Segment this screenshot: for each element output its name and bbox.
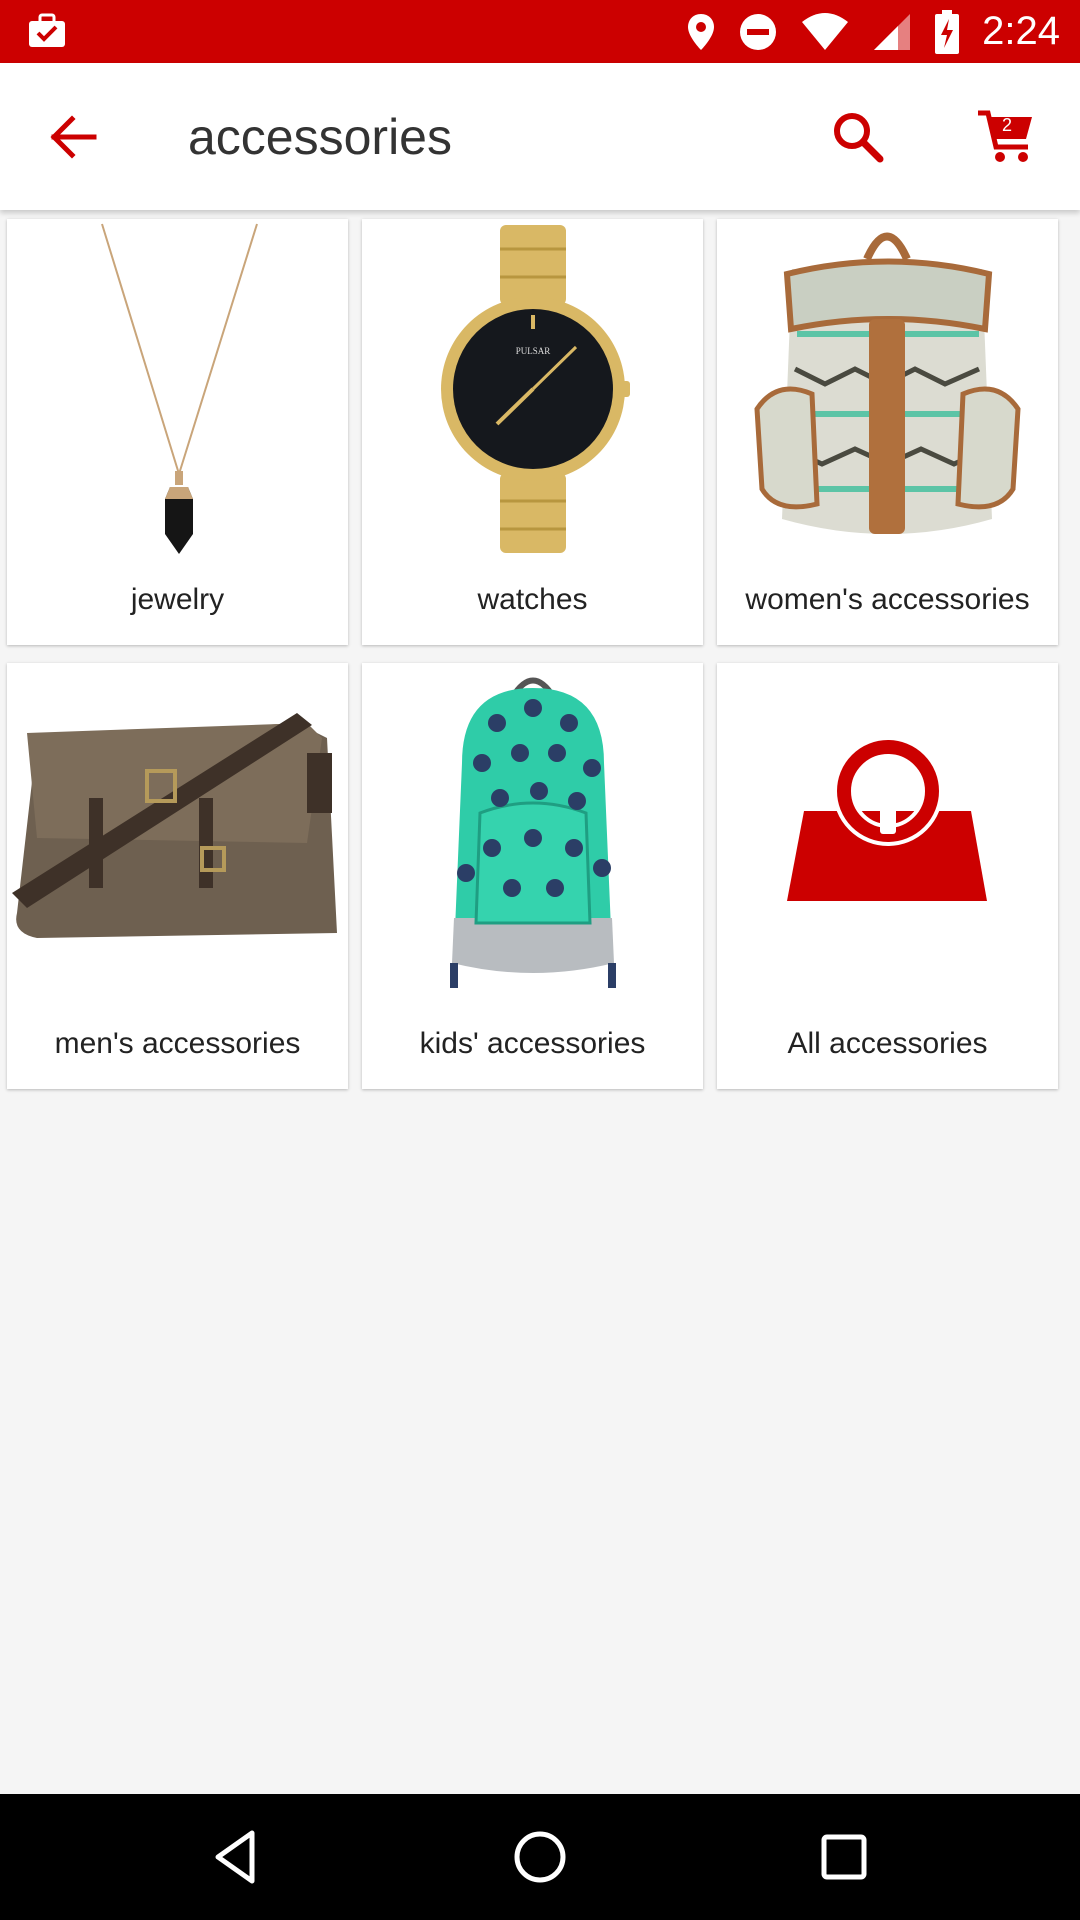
back-triangle-icon[interactable] [206,1827,266,1887]
do-not-disturb-icon [740,13,777,50]
category-label: kids' accessories [419,1027,646,1060]
category-tile-all-accessories[interactable]: All accessories [717,663,1058,1089]
location-pin-icon [688,13,715,50]
system-nav-bar [0,1794,1080,1920]
category-tile-womens-accessories[interactable]: women's accessories [717,219,1058,645]
svg-text:PULSAR: PULSAR [516,346,551,356]
recents-square-icon[interactable] [814,1827,874,1887]
app-bar: accessories 2 [0,63,1080,210]
aztec-backpack-image [754,232,1021,534]
cell-signal-icon [874,13,911,50]
messenger-bag-image [12,713,338,938]
red-handbag-icon [787,736,987,901]
battery-charging-icon [935,9,960,54]
category-tile-watches[interactable]: PULSAR watches [362,219,703,645]
search-icon[interactable] [830,109,886,165]
category-grid: jewelry PULSAR watches women's accessori… [7,219,1059,1089]
back-arrow-icon[interactable] [44,108,102,166]
category-label: jewelry [130,583,225,616]
gold-watch-image: PULSAR [441,225,630,553]
polka-dot-backpack-image [450,677,616,988]
category-label: women's accessories [745,583,1030,616]
briefcase-check-icon [29,13,65,47]
cart-icon[interactable] [976,103,1036,169]
clock: 2:24 [982,9,1060,53]
category-tile-mens-accessories[interactable]: men's accessories [7,663,348,1089]
page-title: accessories [188,109,452,165]
category-label: All accessories [787,1027,988,1060]
category-label: watches [477,583,588,616]
category-tile-kids-accessories[interactable]: kids' accessories [362,663,703,1089]
category-tile-jewelry[interactable]: jewelry [7,219,348,645]
status-bar: 2:24 [0,0,1080,63]
category-label: men's accessories [54,1027,301,1060]
wifi-icon [802,12,849,50]
cart-count-badge: 2 [1001,115,1012,135]
necklace-image [101,223,258,554]
home-circle-icon[interactable] [510,1827,570,1887]
